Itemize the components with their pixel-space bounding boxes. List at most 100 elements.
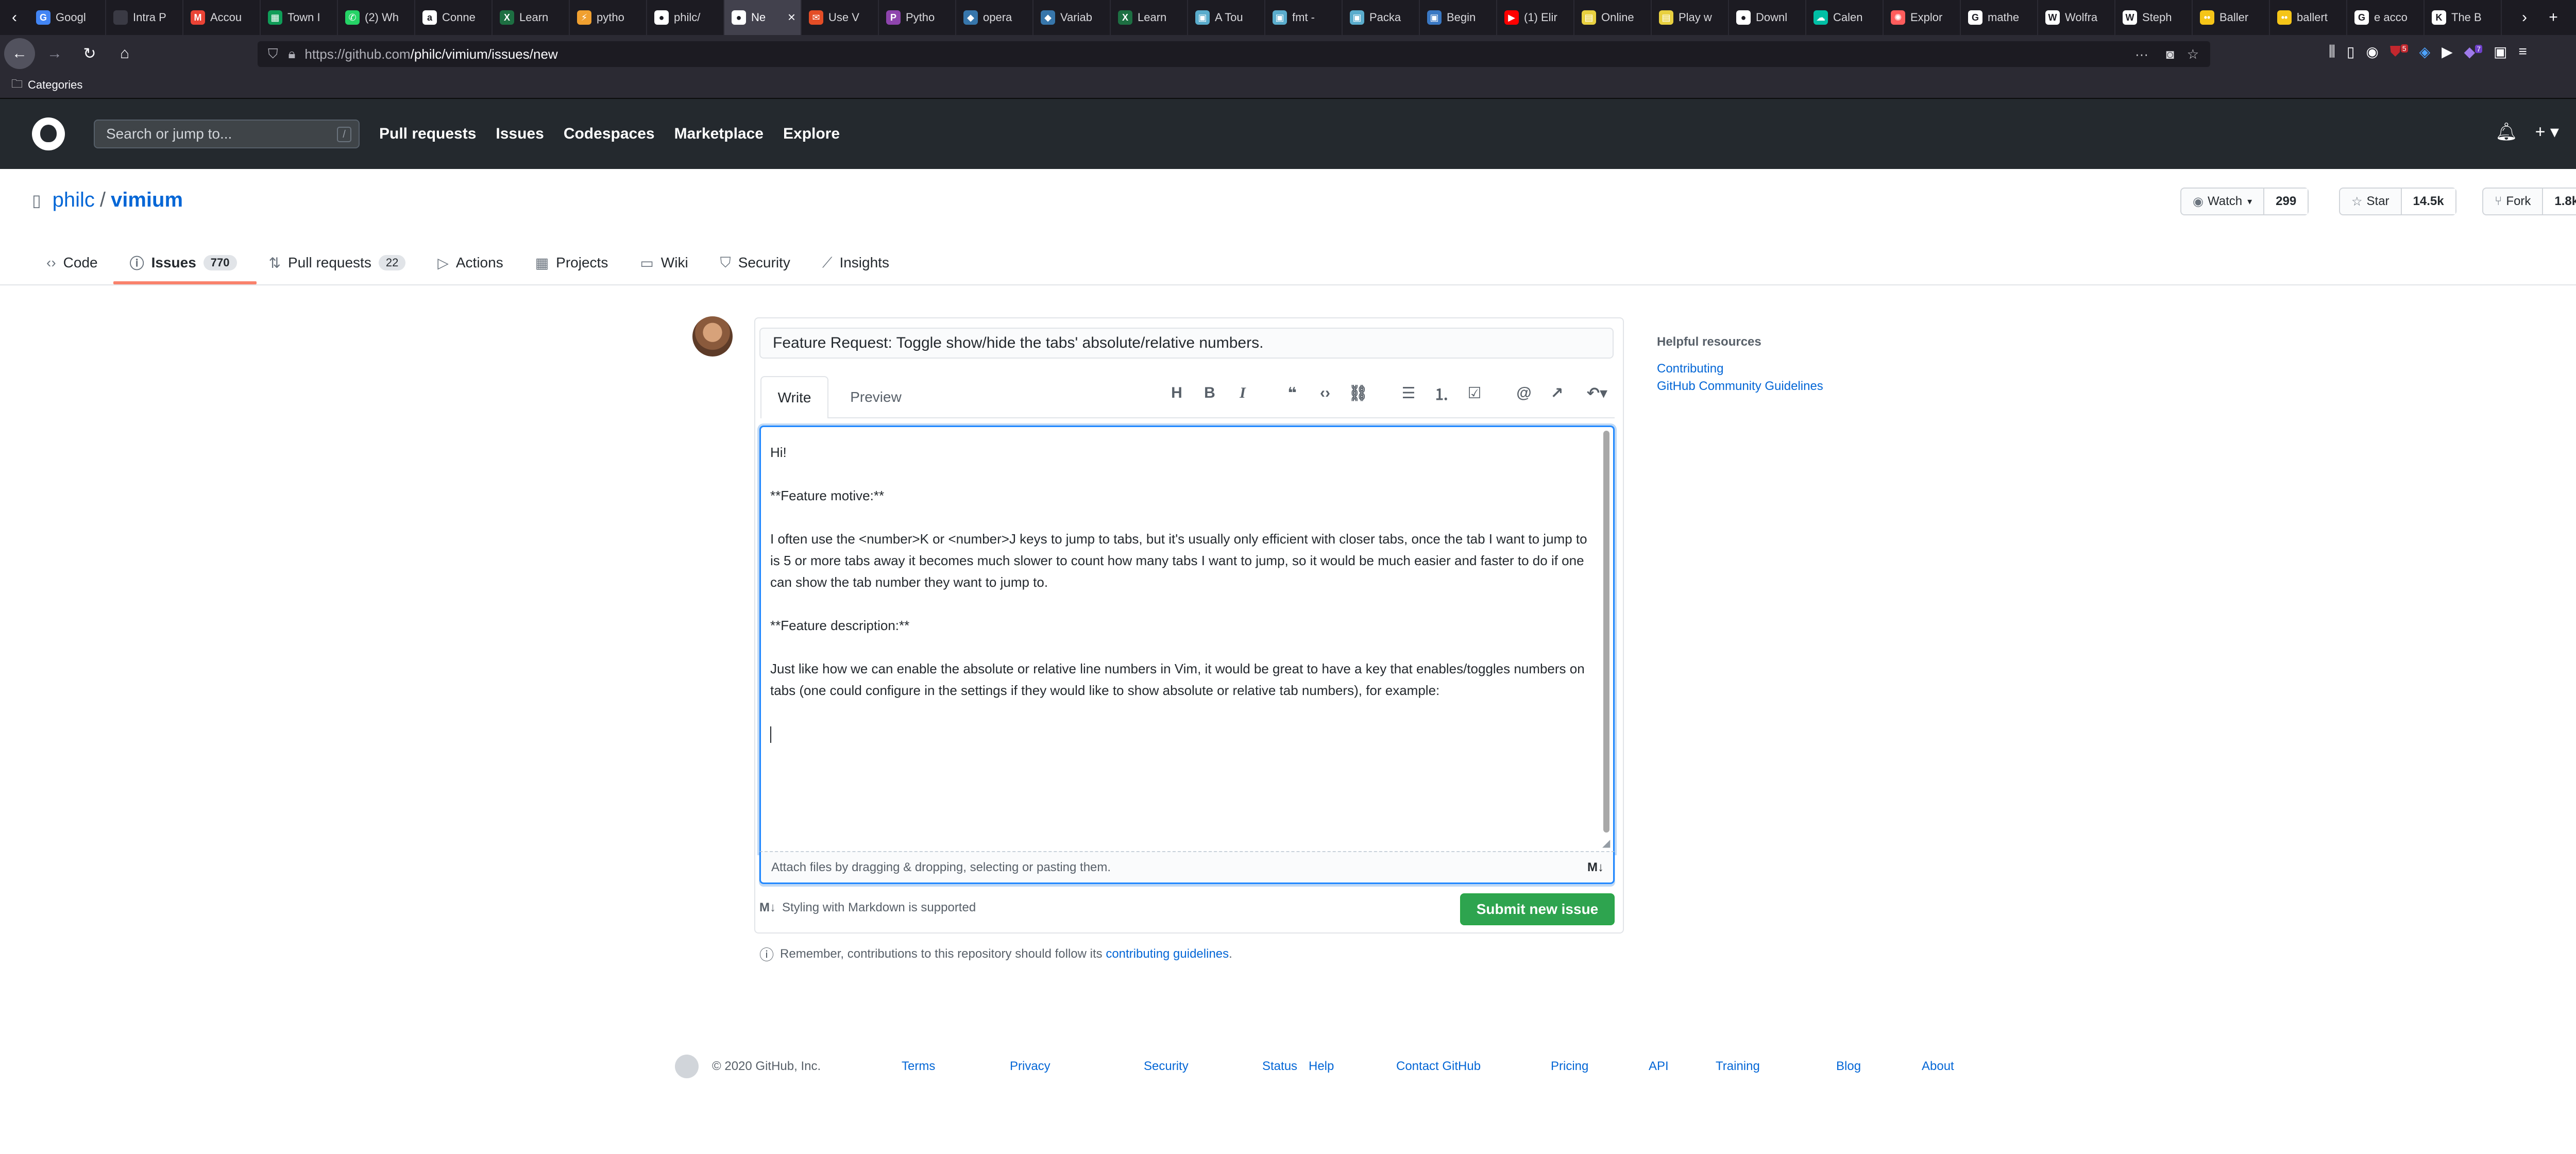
browser-tab[interactable]: ✉ Use V [802, 0, 879, 35]
footer-link-contact-github[interactable]: Contact GitHub [1396, 1059, 1481, 1074]
tab-wiki[interactable]: ▭ Wiki [640, 242, 688, 283]
extension-purple-icon[interactable]: ◆ 7 [2464, 43, 2482, 60]
header-nav-marketplace[interactable]: Marketplace [674, 125, 764, 143]
browser-tab[interactable]: ◆ Variab [1033, 0, 1111, 35]
attach-files-area[interactable]: Attach files by dragging & dropping, sel… [759, 851, 1615, 884]
header-nav-pull-requests[interactable]: Pull requests [379, 125, 476, 143]
community-guidelines-link[interactable]: GitHub Community Guidelines [1657, 379, 1823, 394]
footer-link-security[interactable]: Security [1144, 1059, 1189, 1074]
watch-button[interactable]: ◉ Watch ▾ [2181, 189, 2263, 214]
browser-tab[interactable]: W Wolfra [2038, 0, 2115, 35]
browser-tab[interactable]: a Conne [415, 0, 493, 35]
footer-link-api[interactable]: API [1649, 1059, 1669, 1074]
lock-icon[interactable]: 🔒︎ [289, 46, 296, 62]
create-new-dropdown-icon[interactable]: + ▾ [2535, 122, 2559, 142]
browser-tab[interactable]: ▤ Online [1574, 0, 1652, 35]
tab-security[interactable]: ⛉ Security [720, 242, 790, 283]
header-nav-issues[interactable]: Issues [496, 125, 544, 143]
reload-icon[interactable]: ↻ [74, 38, 105, 69]
footer-link-blog[interactable]: Blog [1836, 1059, 1861, 1074]
browser-tab[interactable]: ☁ Calen [1806, 0, 1884, 35]
browser-tab[interactable]: ▣ Begin [1420, 0, 1497, 35]
extension-blue-icon[interactable]: ◈ [2419, 43, 2431, 60]
author-avatar[interactable] [692, 316, 733, 357]
numbered-list-icon[interactable]: ⒈ [1430, 380, 1453, 406]
browser-tab[interactable]: Intra P [106, 0, 183, 35]
browser-tab[interactable]: •• Baller [2193, 0, 2270, 35]
fork-count[interactable]: 1.8k [2542, 189, 2576, 214]
issue-title-input[interactable] [759, 328, 1614, 359]
page-actions-icon[interactable]: ··· [2135, 46, 2148, 62]
tracking-shield-icon[interactable]: ⛉ [268, 46, 278, 62]
tab-insights[interactable]: ⟋ Insights [822, 242, 889, 283]
search-input[interactable]: Search or jump to... / [94, 120, 360, 148]
browser-tab[interactable]: •• ballert [2270, 0, 2347, 35]
tab-preview[interactable]: Preview [835, 376, 917, 418]
link-icon[interactable]: ⛓ [1347, 380, 1369, 406]
heading-icon[interactable]: H [1165, 380, 1188, 406]
forward-icon[interactable]: → [39, 38, 70, 69]
github-logo-icon[interactable] [32, 117, 65, 150]
tab-list-menu-icon[interactable]: ⌄ [2568, 9, 2576, 27]
vimium-icon[interactable]: ▣ [2494, 43, 2507, 60]
saved-replies-icon[interactable]: ↶▾ [1581, 380, 1614, 406]
browser-tab[interactable]: ● Downl [1729, 0, 1806, 35]
browser-tab[interactable]: ▣ A Tou [1188, 0, 1265, 35]
browser-tab[interactable]: ▦ Town I [261, 0, 338, 35]
tab-pull-requests[interactable]: ⇅ Pull requests 22 [269, 242, 406, 283]
browser-tab[interactable]: ▣ fmt - [1265, 0, 1343, 35]
watch-count[interactable]: 299 [2263, 189, 2308, 214]
task-list-icon[interactable]: ☑ [1463, 380, 1486, 406]
browser-tab[interactable]: ● Ne × [724, 0, 802, 35]
ublock-icon[interactable]: ⛊ 5 [2390, 43, 2408, 60]
tab-projects[interactable]: ▦ Projects [535, 242, 608, 283]
reference-icon[interactable]: ↗ [1546, 380, 1568, 406]
submit-new-issue-button[interactable]: Submit new issue [1460, 893, 1615, 925]
header-nav-explore[interactable]: Explore [783, 125, 840, 143]
notifications-bell-icon[interactable]: 🔔︎ [2495, 122, 2517, 142]
browser-tab[interactable]: Gmathe [1961, 0, 2038, 35]
sidebar-toggle-icon[interactable]: ▯ [2347, 43, 2354, 60]
url-bar[interactable]: ⛉ 🔒︎ https://github.com/philc/vimium/iss… [258, 41, 2210, 67]
footer-link-about[interactable]: About [1922, 1059, 1954, 1074]
star-count[interactable]: 14.5k [2400, 189, 2455, 214]
close-tab-icon[interactable]: × [788, 9, 795, 25]
bold-icon[interactable]: B [1198, 380, 1221, 406]
browser-tab[interactable]: ✺ Explor [1884, 0, 1961, 35]
bulleted-list-icon[interactable]: ☰ [1397, 380, 1420, 406]
browser-tab[interactable]: M Accou [183, 0, 261, 35]
contributing-guidelines-link[interactable]: contributing guidelines [1106, 947, 1229, 961]
bookmark-folder-categories[interactable]: Categories [28, 78, 82, 92]
quote-icon[interactable]: ❝ [1281, 380, 1303, 406]
footer-link-privacy[interactable]: Privacy [1010, 1059, 1050, 1074]
tab-actions[interactable]: ▷ Actions [437, 242, 503, 283]
tab-code[interactable]: ‹› Code [46, 242, 98, 283]
footer-link-terms[interactable]: Terms [902, 1059, 935, 1074]
footer-link-status[interactable]: Status [1262, 1059, 1297, 1074]
browser-tab[interactable]: K The B [2425, 0, 2502, 35]
browser-tab[interactable]: ✆ (2) Wh [338, 0, 415, 35]
browser-tab[interactable]: Ge acco [2347, 0, 2425, 35]
home-icon[interactable]: ⌂ [109, 38, 140, 69]
extension-play-icon[interactable]: ▶ [2442, 43, 2453, 60]
footer-link-help[interactable]: Help [1309, 1059, 1334, 1074]
tab-scroll-right-icon[interactable]: › [2510, 9, 2539, 26]
tab-write[interactable]: Write [760, 376, 828, 418]
back-icon[interactable]: ← [4, 38, 35, 69]
browser-tab[interactable]: ▶ (1) Elir [1497, 0, 1574, 35]
code-icon[interactable]: ‹› [1314, 380, 1336, 406]
footer-github-logo-icon[interactable] [675, 1055, 699, 1078]
pocket-icon[interactable]: ◙ [2166, 46, 2174, 62]
browser-tab[interactable]: P Pytho [879, 0, 956, 35]
fork-button[interactable]: ⑂ Fork [2483, 189, 2542, 214]
bookmark-star-icon[interactable]: ☆ [2187, 46, 2199, 62]
editor-scrollbar[interactable] [1603, 431, 1609, 833]
mention-icon[interactable]: @ [1513, 380, 1535, 406]
new-tab-icon[interactable]: + [2539, 9, 2568, 26]
tab-scroll-left-icon[interactable]: ‹ [0, 9, 29, 26]
footer-link-pricing[interactable]: Pricing [1551, 1059, 1588, 1074]
repo-name-link[interactable]: vimium [111, 189, 183, 212]
italic-icon[interactable]: I [1231, 380, 1254, 406]
markdown-icon[interactable]: M↓ [1587, 860, 1604, 875]
tab-issues[interactable]: ⓘ Issues 770 [113, 242, 257, 284]
